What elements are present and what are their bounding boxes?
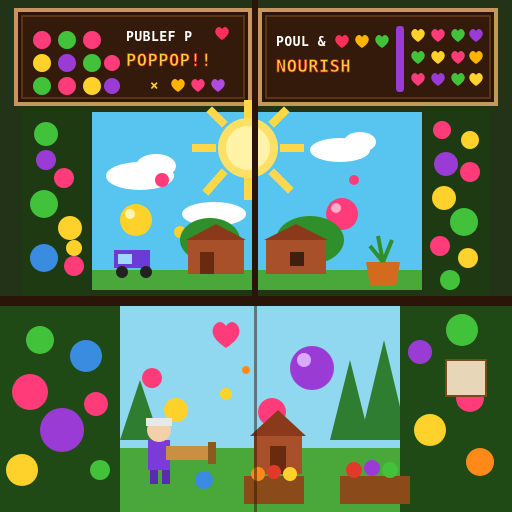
bubble: [33, 31, 51, 49]
score-panel: [445, 359, 487, 397]
bubble: [104, 55, 120, 71]
bubble: [125, 209, 135, 219]
left-banner-line3: ×: [150, 78, 158, 94]
bubble: [33, 54, 51, 72]
fruit-crate-icon: [244, 465, 304, 504]
bubble: [58, 77, 76, 95]
bubble: [83, 31, 101, 49]
bubble: [242, 366, 250, 374]
bubble: [58, 31, 76, 49]
bubble: [33, 77, 51, 95]
right-banner-line2: NOURISH: [276, 57, 351, 77]
right-title-banner: POUL & NOURISH: [258, 8, 498, 106]
lower-center-divider: [254, 306, 257, 512]
left-banner-line2: POPPOP!!: [126, 51, 212, 71]
bubble: [58, 54, 76, 72]
bubble: [83, 54, 101, 72]
center-divider: [252, 0, 258, 300]
left-bubble-column: [22, 110, 90, 298]
bubble: [120, 204, 152, 236]
left-title-banner: PUBLEF P POPPOP!! ×: [14, 8, 252, 106]
right-bubble-column: [424, 110, 490, 298]
bubble: [155, 173, 169, 187]
game-scene: PUBLEF P POPPOP!! × POUL & NOURISH: [0, 0, 512, 512]
bubble: [290, 346, 334, 390]
bubble: [195, 471, 213, 489]
right-banner-line1: POUL &: [276, 35, 326, 50]
bubble: [142, 368, 162, 388]
right-foliage: [400, 306, 512, 512]
left-banner-line1: PUBLEF P: [126, 30, 193, 45]
bubble: [104, 78, 120, 94]
bubble: [220, 388, 232, 400]
bubble: [349, 175, 359, 185]
left-foliage: [0, 306, 120, 512]
bubble: [83, 77, 101, 95]
bubble: [331, 203, 341, 213]
purple-meter: [396, 26, 404, 92]
bubble: [297, 353, 311, 367]
